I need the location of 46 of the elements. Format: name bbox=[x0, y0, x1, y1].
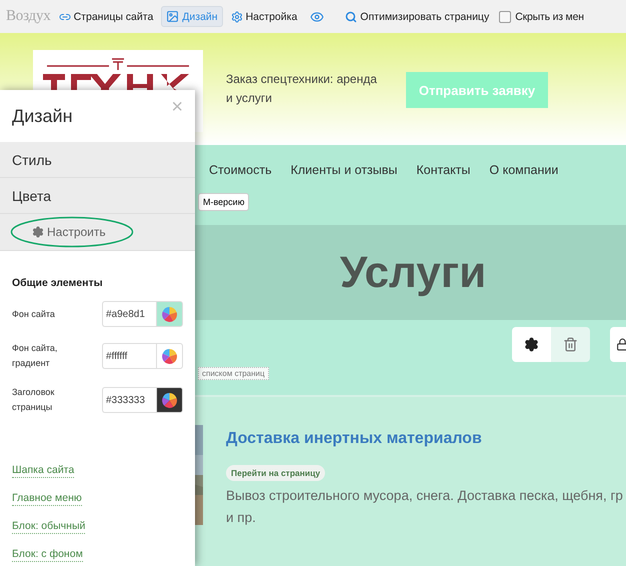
section-title: Общие элементы bbox=[12, 277, 104, 289]
hint-label: списком страниц bbox=[198, 367, 269, 380]
image-icon bbox=[166, 10, 180, 23]
color-swatch[interactable] bbox=[156, 343, 183, 369]
panel-menu-item[interactable]: Стиль bbox=[0, 142, 195, 178]
color-wheel-icon bbox=[162, 348, 177, 364]
color-label: Заголовок страницы bbox=[12, 386, 56, 414]
mobile-version-button[interactable]: М-версию bbox=[198, 193, 250, 211]
eye-icon bbox=[310, 10, 324, 24]
color-wheel-icon bbox=[162, 392, 177, 408]
tagline: Заказ спецтехники: аренда и услуги bbox=[226, 71, 378, 107]
color-swatch[interactable] bbox=[156, 301, 183, 327]
panel-link[interactable]: Главное меню bbox=[12, 491, 82, 506]
panel-menu-item[interactable]: Цвета bbox=[0, 178, 195, 214]
panel-title: Дизайн bbox=[12, 106, 73, 126]
toolbar-tab[interactable]: Настройка bbox=[226, 6, 302, 26]
panel-link[interactable]: Шапка сайта bbox=[12, 463, 74, 478]
brand-logo: Воздух bbox=[6, 8, 51, 25]
trash-icon bbox=[563, 337, 578, 352]
color-wheel-icon bbox=[162, 306, 177, 322]
search-icon bbox=[345, 10, 358, 22]
color-label: Фон сайта, градиент bbox=[12, 342, 58, 370]
configure-button[interactable]: Настроить bbox=[32, 225, 106, 239]
page-heading: Услуги bbox=[340, 248, 486, 298]
lock-icon bbox=[616, 338, 626, 351]
logo-mark-icon bbox=[47, 58, 189, 70]
panel-link[interactable]: Блок: обычный bbox=[12, 519, 86, 534]
color-swatch[interactable] bbox=[156, 387, 183, 413]
toolbar-tab[interactable]: Страницы сайта bbox=[54, 6, 158, 26]
color-label: Фон сайта bbox=[12, 308, 56, 320]
checkbox[interactable] bbox=[499, 10, 512, 22]
toolbar-tab[interactable]: Оптимизировать страницу bbox=[340, 6, 494, 26]
nav-link[interactable]: Контакты bbox=[416, 163, 470, 177]
nav-link[interactable]: О компании bbox=[489, 163, 558, 177]
settings-button[interactable] bbox=[512, 327, 551, 362]
color-input[interactable]: #a9e8d1 bbox=[102, 301, 156, 327]
nav-link[interactable]: Клиенты и отзывы bbox=[290, 163, 398, 177]
article-text: и пр. bbox=[226, 509, 257, 527]
color-input[interactable]: #ffffff bbox=[102, 343, 156, 369]
go-to-page-link[interactable]: Перейти на страницу bbox=[226, 465, 326, 481]
checkbox-label: Скрыть из мен bbox=[515, 10, 584, 22]
nav-link[interactable]: Стоимость bbox=[209, 163, 272, 177]
color-input[interactable]: #333333 bbox=[102, 387, 156, 413]
article-text: Вывоз строительного мусора, снега. Доставка песка, щебня, гр bbox=[226, 487, 623, 505]
panel-link[interactable]: Блок: с фоном bbox=[12, 547, 83, 562]
delete-button[interactable] bbox=[551, 327, 590, 362]
